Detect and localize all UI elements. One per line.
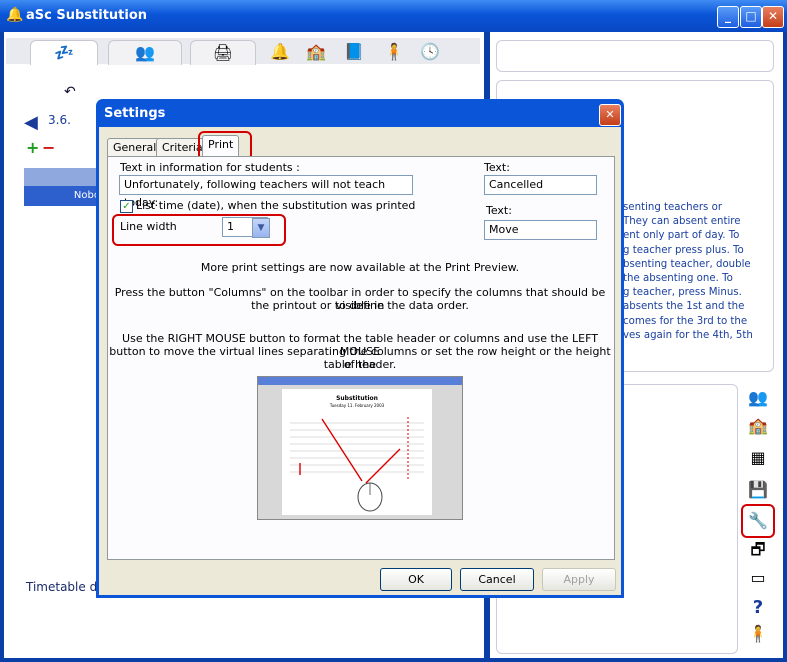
close-button[interactable]: ✕ bbox=[762, 6, 784, 28]
ok-button[interactable]: OK bbox=[380, 568, 452, 591]
tab-absences-icon[interactable]: 💤 bbox=[30, 40, 98, 65]
info-columns-2: the printout or to define the data order… bbox=[251, 299, 469, 312]
classroom-icon[interactable]: 🏫 bbox=[746, 414, 770, 438]
list-time-label: List time (date), when the substitution … bbox=[136, 199, 416, 212]
help-text-line: ves again for the 4th, 5th bbox=[623, 329, 753, 341]
clock-icon[interactable]: 🕓 bbox=[420, 42, 440, 61]
help-text: senting teachers or They can absent entir… bbox=[623, 201, 753, 343]
preview-table-graphic bbox=[290, 417, 424, 512]
settings-icon[interactable]: 🔧 bbox=[741, 504, 775, 538]
dialog-close-button[interactable]: ✕ bbox=[599, 104, 621, 126]
table-icon[interactable]: ▦ bbox=[746, 446, 770, 470]
user-icon[interactable]: 🧍 bbox=[746, 622, 770, 646]
main-window-title: aSc Substitution bbox=[26, 8, 148, 23]
students-text-label: Text in information for students : bbox=[120, 161, 300, 174]
grid-cell[interactable]: Nobo bbox=[24, 186, 100, 206]
info-mouse-3: table header. bbox=[323, 358, 397, 371]
cancel-button[interactable]: Cancel bbox=[460, 568, 534, 591]
help-text-line: absents the 1st and the bbox=[623, 301, 745, 313]
text2-label: Text: bbox=[486, 204, 512, 217]
grid-header bbox=[24, 168, 100, 186]
remove-icon[interactable]: − bbox=[42, 138, 55, 157]
tab-teachers-icon[interactable]: 👥 bbox=[108, 40, 182, 65]
preview-page: Substitution Tuesday 11. February 2003 bbox=[282, 389, 432, 515]
prev-day-arrow-icon[interactable]: ◀ bbox=[24, 112, 38, 133]
classroom-icon[interactable]: 🏫 bbox=[306, 42, 326, 61]
help-text-line: senting teachers or bbox=[623, 202, 723, 213]
help-text-line: g teacher, press Minus. bbox=[623, 287, 742, 299]
maximize-button[interactable]: □ bbox=[740, 6, 762, 28]
undo-icon[interactable]: ↶ bbox=[64, 84, 76, 100]
timetable-footer: Timetable da bbox=[26, 580, 105, 594]
cancelled-text-input[interactable]: Cancelled bbox=[484, 175, 597, 195]
help-text-line: They can absent entire bbox=[623, 216, 741, 228]
app-bell-icon: 🔔 bbox=[6, 7, 24, 23]
help-text-line: the absenting one. To bbox=[623, 273, 733, 285]
teachers-icon[interactable]: 👥 bbox=[746, 386, 770, 410]
help-text-line: ent only part of day. To bbox=[623, 230, 740, 242]
info-print-preview: More print settings are now available at… bbox=[200, 261, 520, 274]
students-text-input[interactable]: Unfortunately, following teachers will n… bbox=[119, 175, 413, 209]
minimize-button[interactable]: _ bbox=[717, 6, 739, 28]
bell-icon[interactable]: 🔔 bbox=[270, 42, 290, 61]
preview-titlebar bbox=[258, 377, 462, 385]
right-top-panel bbox=[496, 40, 774, 72]
add-icon[interactable]: + bbox=[26, 138, 39, 157]
text1-label: Text: bbox=[484, 161, 510, 174]
apply-button[interactable]: Apply bbox=[542, 568, 616, 591]
help-icon[interactable]: ? bbox=[746, 596, 770, 620]
main-title-bar: 🔔 aSc Substitution bbox=[0, 0, 787, 32]
print-preview-illustration: Substitution Tuesday 11. February 2003 bbox=[257, 376, 463, 520]
chevron-down-icon[interactable]: ▼ bbox=[252, 218, 270, 238]
help-text-line: comes for the 3rd to the bbox=[623, 315, 748, 327]
date-label: 3.6. bbox=[48, 113, 71, 127]
help-text-line: bsenting teacher, double bbox=[623, 258, 751, 270]
dialog-title: Settings bbox=[104, 106, 166, 121]
list-time-checkbox[interactable]: ✓ bbox=[120, 200, 133, 213]
line-width-label: Line width bbox=[120, 220, 177, 233]
person-icon[interactable]: 🧍 bbox=[384, 42, 404, 61]
windows-icon[interactable]: 🗗 bbox=[746, 538, 770, 562]
save-icon[interactable]: 💾 bbox=[746, 478, 770, 502]
help-text-line: g teacher press plus. To bbox=[623, 244, 744, 256]
tab-general[interactable]: General bbox=[107, 138, 163, 157]
window-icon[interactable]: ▭ bbox=[746, 566, 770, 590]
book-icon[interactable]: 📘 bbox=[344, 42, 364, 61]
tab-print-icon[interactable]: 🖨 bbox=[190, 40, 256, 65]
move-text-input[interactable]: Move bbox=[484, 220, 597, 240]
